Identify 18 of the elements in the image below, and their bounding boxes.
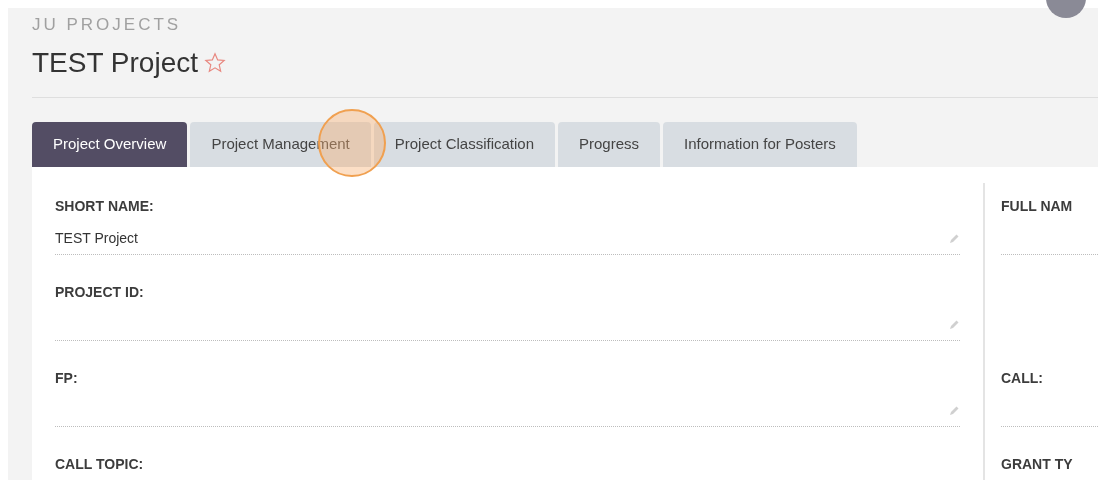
field-label: FULL NAM [1001,197,1074,216]
tab[interactable]: Information for Posters [663,122,857,167]
pencil-icon[interactable] [948,404,960,417]
pencil-icon[interactable] [948,232,960,245]
field-label: PROJECT ID: [55,283,145,302]
pencil-icon[interactable] [948,318,960,331]
field-label: SHORT NAME: [55,197,155,216]
field-label: CALL TOPIC: [55,455,145,474]
field-value[interactable]: TEST Project [55,223,960,255]
record-title: TEST Project [32,46,198,80]
module-name: JU PROJECTS [32,15,183,35]
star-icon[interactable] [204,52,226,74]
tab[interactable]: Progress [558,122,661,167]
field-label: GRANT TY [1001,455,1074,474]
field-label: FP: [55,369,79,388]
tab[interactable]: Project Classification [373,122,555,167]
tab[interactable]: Project Overview [32,122,188,167]
field-label: CALL: [1001,369,1044,388]
